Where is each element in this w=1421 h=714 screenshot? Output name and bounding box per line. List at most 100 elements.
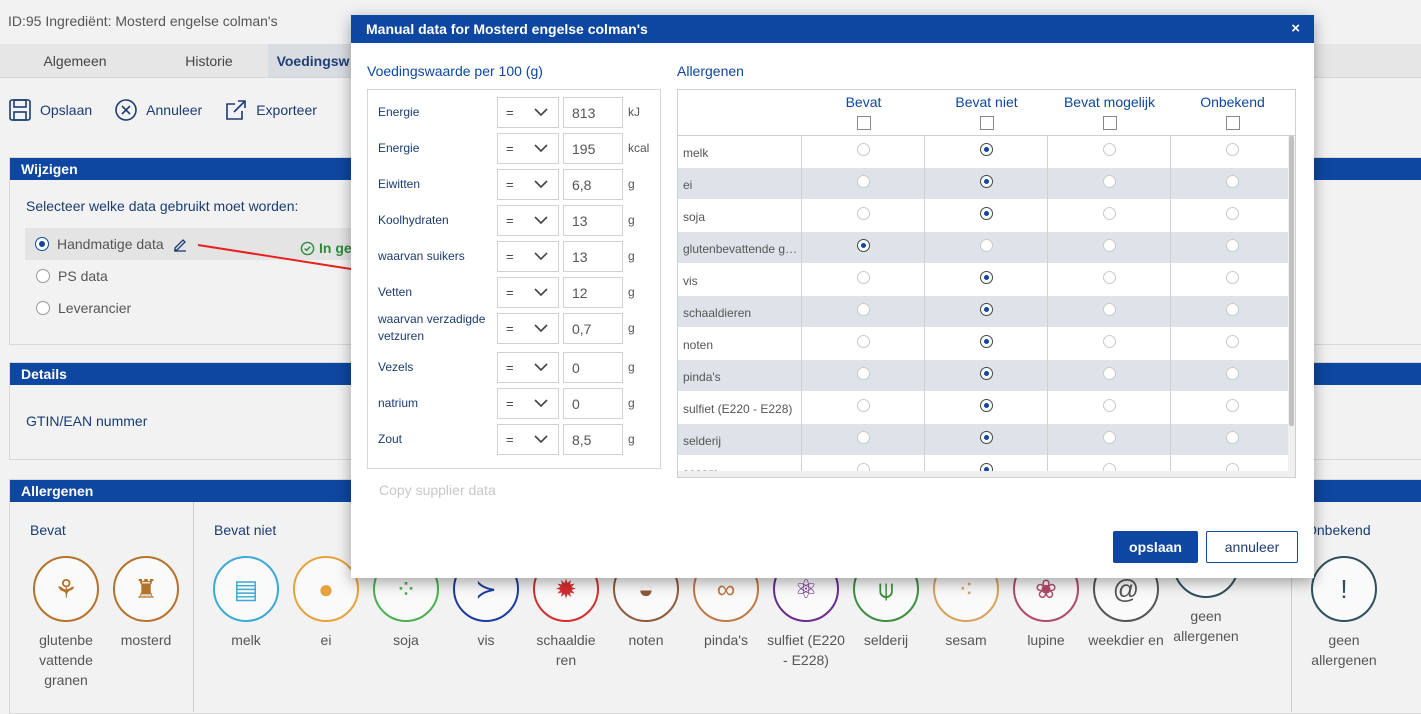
allergen-radio[interactable] bbox=[857, 303, 870, 316]
operator-select[interactable]: = bbox=[497, 241, 559, 272]
operator-select[interactable]: = bbox=[497, 388, 559, 419]
nutrient-value-input[interactable]: 6,8 bbox=[563, 169, 623, 200]
select-all-checkbox[interactable] bbox=[979, 116, 994, 130]
nutrient-value-input[interactable]: 813 bbox=[563, 97, 623, 128]
allergen-radio[interactable] bbox=[1103, 239, 1116, 252]
save-button[interactable]: Opslaan bbox=[8, 98, 92, 122]
allergen-radio[interactable] bbox=[1226, 303, 1239, 316]
allergen-radio[interactable] bbox=[1226, 207, 1239, 220]
allergen-radio[interactable] bbox=[980, 175, 993, 188]
vertical-scrollbar[interactable] bbox=[1288, 136, 1295, 477]
horizontal-scrollbar[interactable] bbox=[678, 471, 1290, 477]
option-label: PS data bbox=[58, 268, 108, 284]
group-label: Bevat bbox=[30, 522, 66, 538]
nutrient-value-input[interactable]: 195 bbox=[563, 133, 623, 164]
allergen-radio[interactable] bbox=[980, 143, 993, 156]
cancel-button[interactable]: Annuleer bbox=[114, 98, 202, 122]
pencil-icon[interactable] bbox=[172, 236, 188, 252]
nutrient-value-input[interactable]: 8,5 bbox=[563, 424, 623, 455]
select-all-checkbox[interactable] bbox=[1225, 116, 1240, 130]
allergen-radio[interactable] bbox=[1226, 399, 1239, 412]
operator-select[interactable]: = bbox=[497, 277, 559, 308]
allergen-radio[interactable] bbox=[1226, 335, 1239, 348]
allergen-radio[interactable] bbox=[857, 207, 870, 220]
operator-select[interactable]: = bbox=[497, 352, 559, 383]
operator-select[interactable]: = bbox=[497, 97, 559, 128]
allergen-mosterd: ♜ mosterd bbox=[106, 556, 186, 690]
exclamation-icon: ! bbox=[1311, 556, 1377, 622]
operator-select[interactable]: = bbox=[497, 169, 559, 200]
chevron-down-icon bbox=[534, 399, 548, 408]
select-all-checkbox[interactable] bbox=[856, 116, 871, 130]
allergen-radio[interactable] bbox=[1103, 399, 1116, 412]
allergen-geen-onbekend: ! geen allergenen bbox=[1304, 556, 1384, 670]
copy-supplier-button[interactable]: Copy supplier data bbox=[379, 482, 496, 498]
allergen-radio[interactable] bbox=[1103, 175, 1116, 188]
allergen-radio[interactable] bbox=[980, 399, 993, 412]
radio-cell bbox=[802, 296, 925, 328]
nutrient-value-input[interactable]: 0,7 bbox=[563, 313, 623, 344]
tab-historie[interactable]: Historie bbox=[150, 44, 268, 77]
radio-cell bbox=[925, 424, 1048, 456]
allergen-radio[interactable] bbox=[980, 367, 993, 380]
allergen-radio[interactable] bbox=[1226, 239, 1239, 252]
allergen-radio[interactable] bbox=[1103, 207, 1116, 220]
allergen-name: selderij bbox=[678, 424, 802, 456]
allergen-radio[interactable] bbox=[857, 335, 870, 348]
operator-select[interactable]: = bbox=[497, 424, 559, 455]
allergen-radio[interactable] bbox=[857, 399, 870, 412]
allergen-radio[interactable] bbox=[1226, 431, 1239, 444]
allergen-radio[interactable] bbox=[1103, 335, 1116, 348]
allergen-radio[interactable] bbox=[857, 143, 870, 156]
radio-cell bbox=[1171, 328, 1294, 360]
allergen-radio[interactable] bbox=[857, 175, 870, 188]
radio-cell bbox=[1048, 328, 1171, 360]
allergen-radio[interactable] bbox=[857, 367, 870, 380]
allergen-radio[interactable] bbox=[980, 431, 993, 444]
allergen-radio[interactable] bbox=[1226, 367, 1239, 380]
allergen-radio[interactable] bbox=[980, 271, 993, 284]
allergen-radio[interactable] bbox=[1103, 143, 1116, 156]
allergen-radio[interactable] bbox=[1226, 271, 1239, 284]
close-icon[interactable]: × bbox=[1291, 15, 1300, 43]
chevron-down-icon bbox=[534, 108, 548, 117]
allergen-radio[interactable] bbox=[980, 335, 993, 348]
nutrient-unit: g bbox=[628, 432, 635, 446]
allergen-radio[interactable] bbox=[1226, 175, 1239, 188]
operator-select[interactable]: = bbox=[497, 205, 559, 236]
allergen-radio[interactable] bbox=[857, 239, 870, 252]
allergen-radio[interactable] bbox=[1226, 143, 1239, 156]
allergen-radio[interactable] bbox=[857, 431, 870, 444]
annuleer-button[interactable]: annuleer bbox=[1206, 531, 1298, 563]
nutrient-unit: g bbox=[628, 249, 635, 263]
nutrient-value-input[interactable]: 13 bbox=[563, 241, 623, 272]
allergen-radio[interactable] bbox=[980, 239, 993, 252]
tab-voedingswaarde[interactable]: Voedingsw bbox=[268, 44, 358, 77]
radio-cell bbox=[1171, 360, 1294, 392]
allergen-radio[interactable] bbox=[1103, 431, 1116, 444]
radio-cell bbox=[802, 200, 925, 232]
nutrient-value-input[interactable]: 13 bbox=[563, 205, 623, 236]
allergen-radio[interactable] bbox=[857, 271, 870, 284]
nutrient-value-input[interactable]: 0 bbox=[563, 388, 623, 419]
tab-algemeen[interactable]: Algemeen bbox=[0, 44, 150, 77]
select-all-checkbox[interactable] bbox=[1102, 116, 1117, 130]
operator-select[interactable]: = bbox=[497, 313, 559, 344]
nutrient-row: Vetten = 12 g bbox=[368, 274, 662, 310]
allergen-row: glutenbevattende granen bbox=[678, 232, 1294, 264]
allergen-name: noten bbox=[678, 328, 802, 360]
allergen-radio[interactable] bbox=[1103, 367, 1116, 380]
radio-cell bbox=[925, 168, 1048, 200]
allergen-radio[interactable] bbox=[1103, 303, 1116, 316]
scroll-thumb[interactable] bbox=[1289, 136, 1294, 426]
allergen-radio[interactable] bbox=[980, 207, 993, 220]
radio-cell bbox=[1048, 360, 1171, 392]
nutrient-value-input[interactable]: 0 bbox=[563, 352, 623, 383]
operator-select[interactable]: = bbox=[497, 133, 559, 164]
allergen-radio[interactable] bbox=[980, 303, 993, 316]
allergen-radio[interactable] bbox=[1103, 271, 1116, 284]
export-button[interactable]: Exporteer bbox=[224, 98, 317, 122]
option-label: Leverancier bbox=[58, 300, 132, 316]
nutrient-value-input[interactable]: 12 bbox=[563, 277, 623, 308]
opslaan-button[interactable]: opslaan bbox=[1113, 531, 1198, 563]
